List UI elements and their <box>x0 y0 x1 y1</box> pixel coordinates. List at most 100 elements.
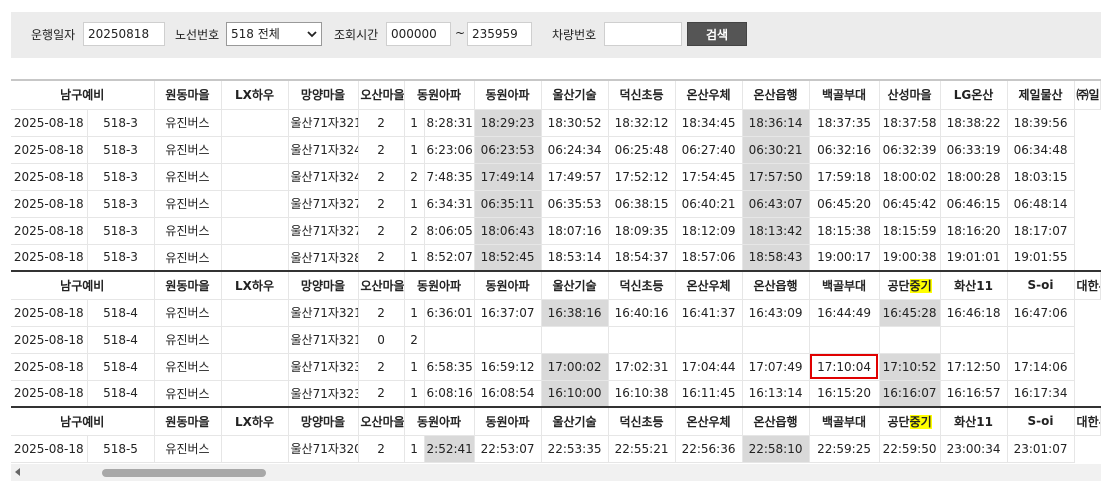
table-cell: 18:06:43 <box>474 217 542 245</box>
column-header[interactable]: 온산읍행 <box>742 406 810 436</box>
table-row[interactable]: 2025-08-18518-4유진버스 울산71자3232216:58:3516:… <box>11 353 1101 381</box>
column-header[interactable]: 남구예비 <box>11 270 155 300</box>
highlighted-header-text: 중기 <box>909 278 932 293</box>
column-header[interactable]: 망양마을 <box>288 406 359 436</box>
table-cell: 유진버스 <box>154 190 222 218</box>
table-row[interactable]: 2025-08-18518-4유진버스울산71자3236216:08:1616:… <box>11 380 1101 408</box>
table-cell: 16:10:00 <box>541 380 609 408</box>
column-header[interactable]: 온산우체 <box>675 81 743 110</box>
table-row[interactable]: 2025-08-18518-3유진버스울산71자3278216:34:3106:… <box>11 190 1101 218</box>
table-cell: 2025-08-18 <box>11 163 88 191</box>
column-header[interactable]: 울산기술 <box>541 406 609 436</box>
column-header[interactable]: 오산마을 <box>358 270 405 300</box>
column-header[interactable]: 화산11 <box>940 270 1008 300</box>
column-header[interactable]: 망양마을 <box>288 81 359 110</box>
column-header[interactable]: 덕신초등 <box>608 406 676 436</box>
column-header[interactable]: 온산읍행 <box>742 270 810 300</box>
table-cell: 16:11:45 <box>675 380 743 408</box>
column-header[interactable]: 공단중기 <box>879 406 941 436</box>
table-cell: 유진버스 <box>154 326 222 354</box>
table-cell: 16:15:20 <box>809 380 880 408</box>
column-header[interactable]: LX하우 <box>221 406 289 436</box>
table-row[interactable]: 2025-08-18518-4유진버스울산71자3210216:36:0116:… <box>11 299 1101 327</box>
table-row[interactable]: 2025-08-18518-5유진버스울산71자3207212:52:4122:… <box>11 435 1101 463</box>
column-header[interactable]: S-oi <box>1007 270 1075 300</box>
search-button[interactable]: 검색 <box>687 22 747 46</box>
column-header-label: 덕신초등 <box>619 278 664 293</box>
column-header[interactable]: 오산마을 <box>358 81 405 110</box>
column-header[interactable]: 오산마을 <box>358 406 405 436</box>
column-header[interactable]: 동원아파 <box>474 270 542 300</box>
table-cell: 06:33:19 <box>940 136 1008 164</box>
table-cell: 18:37:35 <box>809 109 880 137</box>
table-row[interactable]: 2025-08-18518-3유진버스울산71자3278228:06:0518:… <box>11 217 1101 245</box>
column-header[interactable]: 남구예비 <box>11 81 155 110</box>
column-header[interactable]: 백골부대 <box>809 81 880 110</box>
column-header[interactable]: 온산읍행 <box>742 81 810 110</box>
column-header[interactable]: 울산기술 <box>541 270 609 300</box>
time-to-input[interactable]: 235959 <box>467 22 532 46</box>
column-header[interactable]: 대한유화 <box>1074 406 1101 436</box>
route-select[interactable]: 518 전체 <box>226 22 322 46</box>
table-row[interactable]: 2025-08-18518-3유진버스울산71자3217218:28:3118:… <box>11 109 1101 137</box>
table-cell <box>221 217 289 245</box>
table-cell: 16:13:14 <box>742 380 810 408</box>
column-header[interactable]: 백골부대 <box>809 406 880 436</box>
column-header[interactable]: ㈜일성 <box>1074 81 1101 110</box>
column-header[interactable]: 온산우체 <box>675 406 743 436</box>
table-row[interactable]: 2025-08-18518-3유진버스울산71자3286218:52:0718:… <box>11 244 1101 272</box>
column-header[interactable]: 덕신초등 <box>608 81 676 110</box>
column-header[interactable]: 동원아파 <box>404 81 475 110</box>
table-row[interactable]: 2025-08-18518-3유진버스울산71자3243227:48:3517:… <box>11 163 1101 191</box>
table-cell <box>221 244 289 272</box>
column-header-label: 망양마을 <box>300 278 346 293</box>
vehicle-number-input[interactable] <box>604 22 682 46</box>
column-header[interactable]: 온산우체 <box>675 270 743 300</box>
column-header[interactable]: 동원아파 <box>404 270 475 300</box>
column-header[interactable]: 동원아파 <box>474 406 542 436</box>
header-row: 남구예비 원동마을 LX하우 망양마을 오산마을 동원아파 동원아파 울산기술 덕신초등 온산우체… <box>11 81 1101 110</box>
time-from-input[interactable]: 000000 <box>386 22 451 46</box>
column-header[interactable]: 산성마을 <box>879 81 941 110</box>
column-header[interactable]: 동원아파 <box>474 81 542 110</box>
column-header[interactable]: 동원아파 <box>404 406 475 436</box>
time-range-separator: ~ <box>455 26 466 40</box>
column-header[interactable]: 망양마을 <box>288 270 359 300</box>
column-header-label: 망양마을 <box>300 414 346 429</box>
date-input[interactable]: 20250818 <box>83 22 165 46</box>
column-header[interactable]: 원동마을 <box>154 270 222 300</box>
column-header[interactable]: 백골부대 <box>809 270 880 300</box>
column-header-label: 원동마을 <box>165 88 210 103</box>
table-cell: 16:08:54 <box>474 380 542 408</box>
table-cell: 18:03:15 <box>1007 163 1075 191</box>
table-cell: 06:38:15 <box>608 190 676 218</box>
table-cell: 유진버스 <box>154 217 222 245</box>
table-cell: 17:12:50 <box>940 353 1008 381</box>
column-header[interactable]: 울산기술 <box>541 81 609 110</box>
table-cell: 2025-08-18 <box>11 136 88 164</box>
column-header[interactable]: LX하우 <box>221 81 289 110</box>
column-header[interactable]: LG온산 <box>940 81 1008 110</box>
column-header[interactable]: 화산11 <box>940 406 1008 436</box>
column-header[interactable]: 대한유화 <box>1074 270 1101 300</box>
scrollbar-thumb[interactable] <box>102 469 266 477</box>
table-cell <box>879 326 941 354</box>
column-header[interactable]: 원동마을 <box>154 81 222 110</box>
column-header[interactable]: 남구예비 <box>11 406 155 436</box>
column-header[interactable]: LX하우 <box>221 270 289 300</box>
table-cell: 1 <box>404 435 425 463</box>
column-header[interactable]: 원동마을 <box>154 406 222 436</box>
column-header[interactable]: 공단중기 <box>879 270 941 300</box>
horizontal-scrollbar[interactable] <box>11 464 1101 481</box>
table-row[interactable]: 2025-08-18518-3유진버스울산71자3243216:23:0606:… <box>11 136 1101 164</box>
table-cell: 울산71자3232 <box>288 353 359 381</box>
scroll-left-arrow-icon[interactable] <box>15 468 20 476</box>
column-header[interactable]: 덕신초등 <box>608 270 676 300</box>
table-cell: 518-3 <box>87 190 155 218</box>
table-cell: 06:23:53 <box>474 136 542 164</box>
table-row[interactable]: 2025-08-18518-4유진버스 울산71자321002 <box>11 326 1101 354</box>
column-header-label: 온산읍행 <box>753 278 798 293</box>
column-header[interactable]: S-oi <box>1007 406 1075 436</box>
column-header[interactable]: 제일물산 <box>1007 81 1075 110</box>
table-cell: 유진버스 <box>154 299 222 327</box>
